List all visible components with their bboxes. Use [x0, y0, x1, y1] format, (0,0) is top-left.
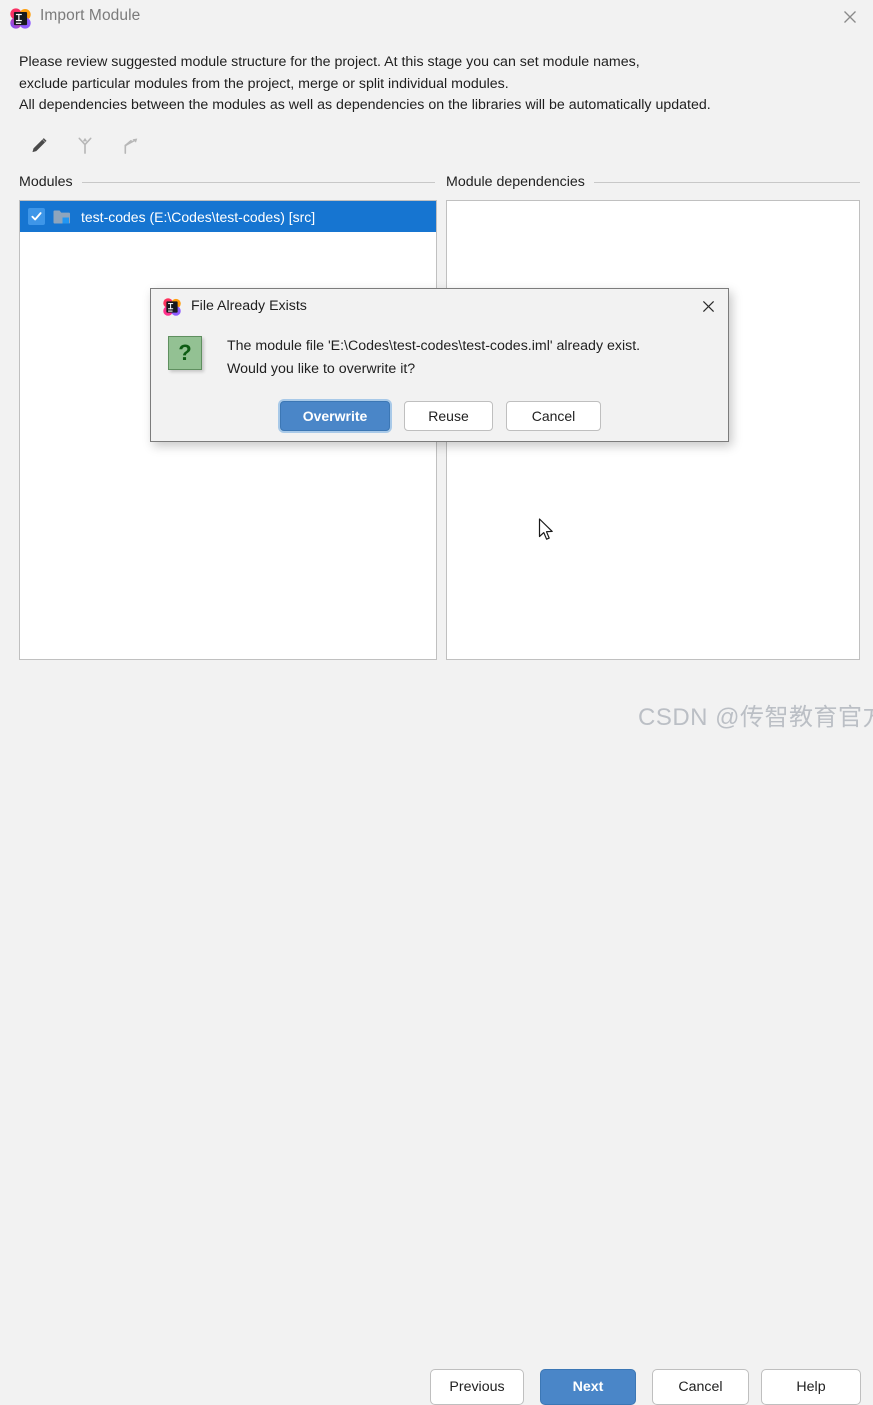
split-module-icon[interactable] [116, 130, 146, 160]
dependencies-section-header: Module dependencies [446, 174, 860, 190]
merge-modules-icon[interactable] [70, 130, 100, 160]
split-module-glyph [124, 137, 138, 154]
dialog-message-line-1: The module file 'E:\Codes\test-codes\tes… [227, 338, 641, 354]
close-icon[interactable] [827, 0, 873, 34]
edit-pencil-glyph [31, 137, 47, 152]
previous-button[interactable]: Previous [430, 1369, 524, 1405]
reuse-button[interactable]: Reuse [404, 401, 493, 431]
dialog-message-line-2: Would you like to overwrite it? [227, 361, 416, 377]
module-list-item[interactable]: test-codes (E:\Codes\test-codes) [src] [20, 201, 436, 232]
close-glyph [844, 11, 856, 23]
folder-icon [53, 210, 70, 223]
modules-section-rule [81, 181, 435, 183]
description-line-1: Please review suggested module structure… [19, 54, 640, 70]
import-module-window: Import Module Please review suggested mo… [0, 0, 873, 1405]
dependencies-section-label: Module dependencies [446, 174, 585, 190]
dependencies-section-rule [593, 181, 860, 183]
dialog-message: The module file 'E:\Codes\test-codes\tes… [227, 335, 717, 381]
description-line-2: exclude particular modules from the proj… [19, 75, 509, 92]
module-toolbar [24, 130, 146, 160]
edit-pencil-icon[interactable] [24, 130, 54, 160]
description-line-3: All dependencies between the modules as … [19, 97, 711, 113]
question-icon: ? [168, 336, 202, 370]
overwrite-button[interactable]: Overwrite [280, 401, 390, 431]
intellij-idea-logo-icon [163, 298, 181, 316]
dialog-cancel-button[interactable]: Cancel [506, 401, 601, 431]
footer-button-bar: Previous Next Cancel Help [0, 684, 873, 1405]
intellij-idea-logo-icon [10, 8, 31, 29]
window-titlebar: Import Module [0, 0, 873, 38]
modules-section-header: Modules [19, 174, 435, 190]
help-button[interactable]: Help [761, 1369, 861, 1405]
modules-section-label: Modules [19, 174, 73, 190]
dialog-title: File Already Exists [191, 298, 307, 314]
description-text: Please review suggested module structure… [19, 52, 859, 117]
cancel-button[interactable]: Cancel [652, 1369, 749, 1405]
dialog-close-icon[interactable] [692, 291, 724, 321]
file-already-exists-dialog: File Already Exists ? The module file 'E… [150, 288, 729, 442]
module-checkbox[interactable] [28, 208, 45, 225]
module-list-item-label: test-codes (E:\Codes\test-codes) [src] [81, 208, 316, 225]
dialog-titlebar: File Already Exists [151, 289, 728, 325]
checkmark-icon [31, 212, 42, 221]
window-title: Import Module [40, 7, 141, 24]
next-button[interactable]: Next [540, 1369, 636, 1405]
dialog-close-glyph [702, 300, 714, 312]
merge-modules-glyph [78, 137, 92, 154]
